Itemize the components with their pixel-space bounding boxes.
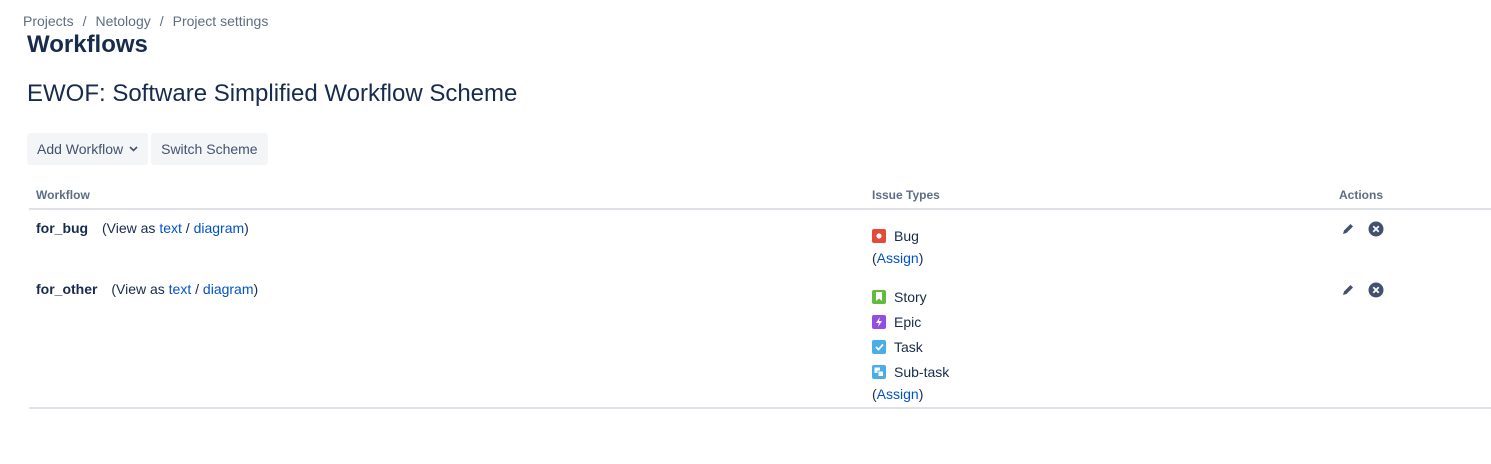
issue-type-item: Story [872,284,949,309]
assign-link[interactable]: Assign [877,386,919,402]
add-workflow-label: Add Workflow [37,141,124,157]
column-header-issue-types: Issue Types [872,188,940,202]
edit-pencil-icon[interactable] [1340,282,1356,298]
issue-type-label: Story [894,288,927,305]
edit-pencil-icon[interactable] [1340,221,1356,237]
issue-type-item: Bug [872,223,923,248]
scheme-title: EWOF: Software Simplified Workflow Schem… [27,80,518,107]
issue-type-item: Epic [872,309,949,334]
breadcrumb-separator: / [159,13,164,29]
switch-scheme-button[interactable]: Switch Scheme [151,133,268,165]
breadcrumb-project-settings[interactable]: Project settings [173,13,269,29]
breadcrumb: Projects / Netology / Project settings [23,13,268,29]
table-row: for_bug (View as text / diagram) Bug (As… [29,210,1491,271]
row-actions [1340,221,1384,237]
issue-type-label: Sub-task [894,363,950,380]
assign-line: (Assign) [872,386,924,402]
breadcrumb-separator: / [82,13,87,29]
view-as-diagram-link[interactable]: diagram [203,281,254,297]
issue-types-cell: Story Epic Task Sub-task (Assign) [872,284,949,404]
epic-icon [872,314,886,329]
toolbar: Add Workflow Switch Scheme [27,133,268,165]
workflow-name: for_other [36,281,98,297]
assign-link[interactable]: Assign [877,250,919,266]
breadcrumb-projects[interactable]: Projects [23,13,74,29]
breadcrumb-netology[interactable]: Netology [95,13,150,29]
subtask-icon [872,364,886,379]
link-separator: / [195,281,200,297]
task-icon [872,339,886,354]
view-as-prefix: (View as [102,220,156,236]
workflow-name: for_bug [36,220,89,236]
table-row: for_other (View as text / diagram) Story… [29,271,1491,409]
issue-type-label: Bug [894,227,919,244]
issue-type-label: Epic [894,313,922,330]
workflow-cell: for_other (View as text / diagram) [36,281,258,297]
issue-type-item: Sub-task [872,359,949,384]
add-workflow-button[interactable]: Add Workflow [27,133,149,165]
delete-icon[interactable] [1368,282,1384,298]
row-actions [1340,282,1384,298]
issue-type-item: Task [872,334,949,359]
view-as-diagram-link[interactable]: diagram [194,220,245,236]
column-header-actions: Actions [1339,188,1384,202]
link-separator: / [185,220,190,236]
table-header: Workflow Issue Types Actions [29,184,1491,210]
story-icon [872,289,886,304]
switch-scheme-label: Switch Scheme [161,141,258,157]
chevron-down-icon [129,146,138,152]
workflow-table: Workflow Issue Types Actions for_bug (Vi… [29,184,1491,409]
delete-icon[interactable] [1368,221,1384,237]
issue-type-label: Task [894,338,923,355]
view-as-prefix: (View as [111,281,165,297]
view-as-text-link[interactable]: text [159,220,182,236]
view-as-text-link[interactable]: text [169,281,192,297]
bug-icon [872,228,886,243]
issue-types-cell: Bug (Assign) [872,223,923,268]
column-header-workflow: Workflow [36,188,90,202]
assign-line: (Assign) [872,250,924,266]
page-title: Workflows [27,31,148,58]
workflow-cell: for_bug (View as text / diagram) [36,220,249,236]
close-paren: ) [253,281,259,297]
close-paren: ) [244,220,249,236]
